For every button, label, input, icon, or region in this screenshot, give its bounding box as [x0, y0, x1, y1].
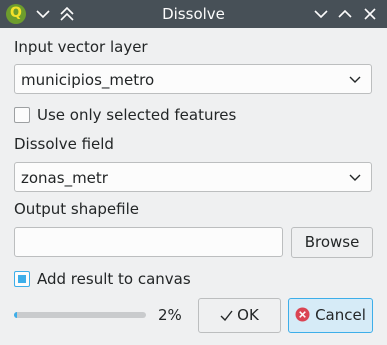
dissolve-field-select[interactable]: zonas_metr — [14, 162, 372, 192]
cancel-button[interactable]: Cancel — [288, 298, 373, 333]
title-bar: Q Dissolve — [0, 0, 387, 28]
input-layer-label: Input vector layer — [14, 38, 148, 56]
progress-text: 2% — [158, 306, 182, 324]
progress-bar — [14, 312, 146, 318]
output-shapefile-label: Output shapefile — [14, 200, 139, 218]
use-selected-features-checkbox[interactable] — [14, 107, 30, 123]
use-selected-features-label[interactable]: Use only selected features — [37, 106, 236, 124]
progress-fill — [14, 312, 17, 318]
dissolve-field-label: Dissolve field — [14, 135, 114, 153]
dissolve-field-value: zonas_metr — [21, 169, 108, 187]
output-shapefile-input[interactable] — [14, 227, 283, 257]
browse-button[interactable]: Browse — [291, 227, 373, 258]
close-icon[interactable] — [360, 4, 380, 24]
chevron-down-icon — [349, 174, 361, 181]
maximize-chevron-icon[interactable] — [335, 4, 355, 24]
cancel-icon — [295, 307, 310, 322]
input-layer-value: municipios_metro — [21, 71, 155, 89]
ok-button[interactable]: OK — [198, 298, 281, 333]
minimize-chevron-icon[interactable] — [311, 4, 331, 24]
checkmark-icon — [220, 310, 233, 322]
add-result-to-canvas-checkbox[interactable] — [14, 271, 30, 287]
add-result-to-canvas-label[interactable]: Add result to canvas — [37, 270, 191, 288]
chevron-down-icon — [349, 76, 361, 83]
input-layer-select[interactable]: municipios_metro — [14, 64, 372, 94]
